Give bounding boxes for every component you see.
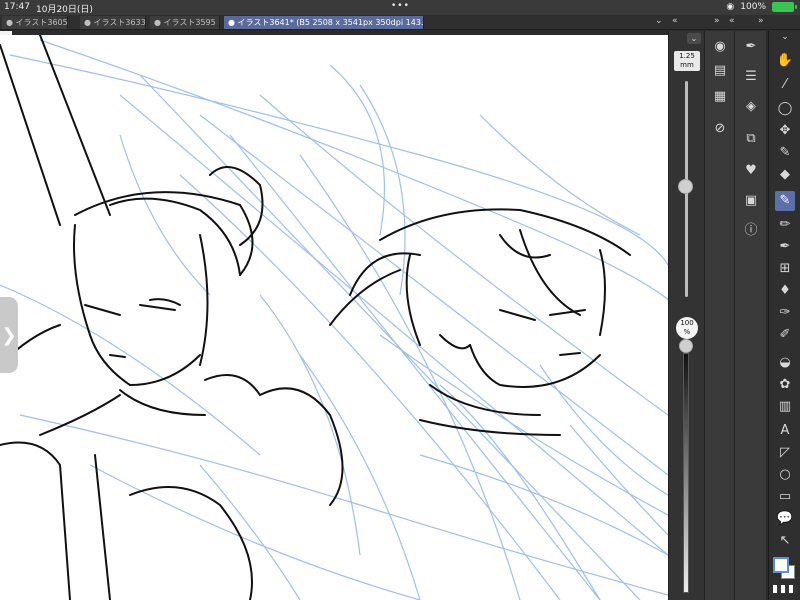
brush-palette-icon[interactable]: ✒ bbox=[741, 37, 761, 57]
tool-palette: ⌄ ✋ ⁄ ◯ ✥ ✎ ◆ ✎ ✏ ✒ ⊞ ♦ ✑ ✐ ◒ ✿ ▥ A ◸ ○ … bbox=[768, 31, 800, 600]
color-swatch[interactable] bbox=[773, 557, 797, 581]
sliders-icon[interactable]: ☰ bbox=[741, 67, 761, 87]
eyedropper-icon[interactable]: ⁄ bbox=[775, 75, 795, 95]
ruler-icon[interactable]: ◸ bbox=[775, 443, 795, 463]
layer-stack-icon[interactable]: ⧉ bbox=[741, 129, 761, 149]
status-date: 10月20日(日) bbox=[36, 5, 93, 15]
chevron-down-icon[interactable]: ⌄ bbox=[775, 30, 795, 44]
hand-icon[interactable]: ✋ bbox=[775, 51, 795, 71]
ink-pen-icon[interactable]: ✒ bbox=[775, 237, 795, 257]
tab-label: イラスト3605 bbox=[15, 18, 68, 27]
status-time: 17:47 bbox=[4, 2, 30, 12]
multitask-dots-icon[interactable]: ••• bbox=[391, 1, 410, 11]
line-correction-icon[interactable]: ↖ bbox=[775, 531, 795, 551]
artwork bbox=[0, 35, 668, 600]
lasso-icon[interactable]: ◯ bbox=[775, 99, 795, 119]
gradient-icon[interactable]: ▥ bbox=[775, 397, 795, 417]
selection-pen-icon[interactable]: ✎ bbox=[775, 143, 795, 163]
shape-icon[interactable]: ○ bbox=[775, 465, 795, 485]
navigator-icon[interactable]: ▦ bbox=[710, 87, 730, 107]
layer-property-icon[interactable]: ◉ bbox=[710, 37, 730, 57]
opacity-slider[interactable] bbox=[683, 353, 689, 593]
palette-bar: ◉ ▤ ▦ ⊘ bbox=[704, 31, 734, 600]
layers-icon[interactable]: ◈ bbox=[741, 97, 761, 117]
text-icon[interactable]: A bbox=[775, 421, 795, 441]
tab-label: イラスト3641* (B5 2508 x 3541px 350dpi 143.3… bbox=[237, 18, 424, 27]
chevron-down-icon[interactable]: ⌄ bbox=[655, 16, 663, 26]
eraser-icon[interactable]: ◆ bbox=[775, 165, 795, 185]
blend-icon[interactable]: ✐ bbox=[775, 325, 795, 345]
side-panel-toggle[interactable]: ❯ bbox=[0, 297, 18, 373]
airbrush-icon[interactable]: ⊞ bbox=[775, 259, 795, 279]
brush-size-knob[interactable] bbox=[678, 179, 693, 194]
tab-label: イラスト3595 bbox=[163, 18, 216, 27]
eye-icon: ◉ bbox=[726, 2, 735, 12]
pen-icon[interactable]: ✎ bbox=[775, 191, 795, 211]
brush-icon[interactable]: ♦ bbox=[775, 281, 795, 301]
drawing-canvas[interactable]: ❯ bbox=[0, 35, 668, 600]
info-icon[interactable]: ⓘ bbox=[741, 221, 761, 241]
balloon-icon[interactable]: 💬 bbox=[775, 509, 795, 529]
frame-icon[interactable]: ▭ bbox=[775, 487, 795, 507]
status-bar: 17:47 10月20日(日) ••• ◉ 100% bbox=[0, 0, 800, 15]
move-icon[interactable]: ✥ bbox=[775, 121, 795, 141]
tab-label: イラスト3633 bbox=[93, 18, 146, 27]
tab-document-1[interactable]: ● イラスト3605 bbox=[2, 16, 68, 29]
collapse-left-icon-2[interactable]: « bbox=[729, 16, 735, 26]
main-color[interactable] bbox=[773, 557, 789, 573]
expand-right-icon-2[interactable]: » bbox=[758, 16, 764, 26]
fill-icon[interactable]: ◒ bbox=[775, 353, 795, 373]
pencil-icon[interactable]: ✏ bbox=[775, 215, 795, 235]
favorites-icon[interactable]: ♥ bbox=[741, 161, 761, 181]
tab-document-2[interactable]: ● イラスト3633 bbox=[80, 16, 146, 29]
document-tab-bar: ● イラスト3605 ● イラスト3633 ● イラスト3595 ● イラスト3… bbox=[0, 15, 800, 30]
tab-document-active[interactable]: ● イラスト3641* (B5 2508 x 3541px 350dpi 143… bbox=[224, 16, 424, 29]
brush-size-value: 1.25 mm bbox=[674, 51, 700, 71]
brush-size-panel: ⌄ 1.25 mm 100 % bbox=[668, 31, 704, 600]
expand-right-icon[interactable]: » bbox=[714, 16, 720, 26]
tool-property-icon[interactable]: ▤ bbox=[710, 61, 730, 81]
palette-bar-right: ✒ ☰ ◈ ⧉ ♥ ▣ ⓘ bbox=[734, 31, 766, 600]
battery-icon bbox=[772, 2, 797, 12]
decoration-icon[interactable]: ✿ bbox=[775, 375, 795, 395]
chevron-down-icon[interactable]: ⌄ bbox=[687, 33, 701, 44]
battery-percent: 100% bbox=[740, 2, 766, 12]
collapse-left-icon[interactable]: « bbox=[672, 16, 678, 26]
tab-document-3[interactable]: ● イラスト3595 bbox=[150, 16, 220, 29]
history-icon[interactable]: ⊘ bbox=[710, 119, 730, 139]
material-icon[interactable]: ▣ bbox=[741, 191, 761, 211]
transparent-color-icon[interactable] bbox=[773, 585, 797, 593]
status-right: ◉ 100% bbox=[726, 2, 797, 12]
marker-icon[interactable]: ✑ bbox=[775, 303, 795, 323]
opacity-value: 100 % bbox=[676, 317, 698, 339]
opacity-knob[interactable] bbox=[679, 339, 693, 353]
